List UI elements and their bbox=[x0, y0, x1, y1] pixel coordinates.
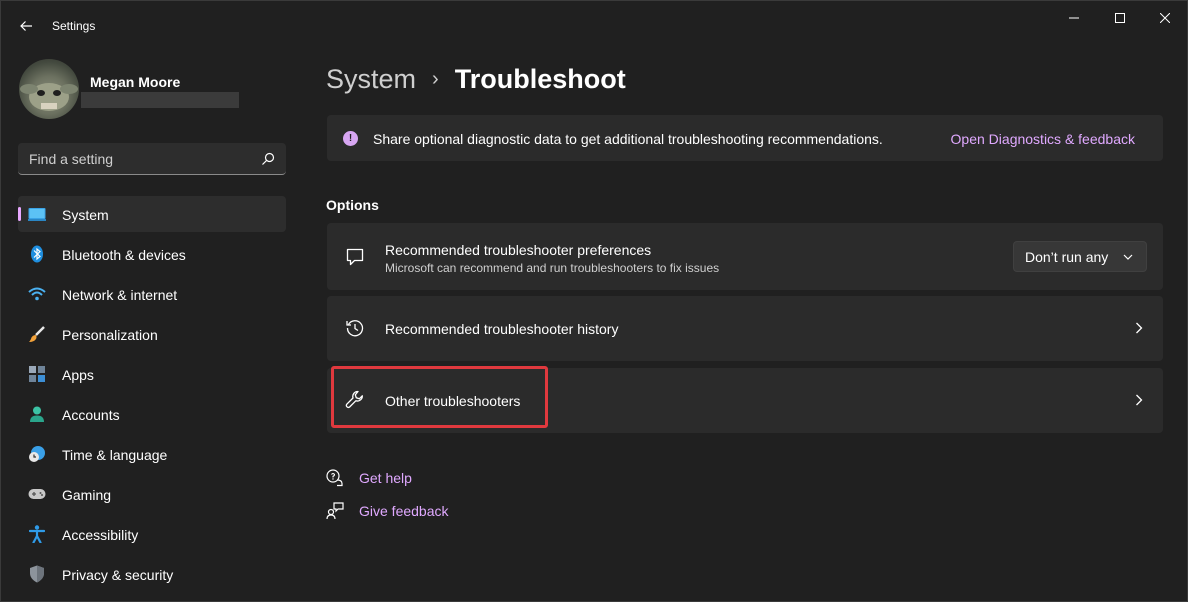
other-troubleshooters-card[interactable]: Other troubleshooters bbox=[327, 368, 1163, 433]
section-title-options: Options bbox=[326, 197, 379, 213]
give-feedback-label: Give feedback bbox=[359, 503, 449, 519]
get-help-link[interactable]: Get help bbox=[326, 468, 412, 488]
sidebar-item-label: Bluetooth & devices bbox=[62, 247, 186, 263]
chevron-down-icon bbox=[1123, 254, 1133, 260]
dropdown-selected-value: Don’t run any bbox=[1025, 249, 1109, 265]
search-icon[interactable] bbox=[260, 151, 276, 167]
open-diagnostics-link[interactable]: Open Diagnostics & feedback bbox=[951, 131, 1135, 147]
chevron-right-icon bbox=[1133, 321, 1145, 335]
minimize-icon bbox=[1069, 17, 1079, 19]
sidebar-item-label: Personalization bbox=[62, 327, 158, 343]
wrench-icon bbox=[345, 390, 365, 410]
brush-icon bbox=[28, 325, 46, 343]
troubleshooter-history-card[interactable]: Recommended troubleshooter history bbox=[327, 296, 1163, 361]
history-title: Recommended troubleshooter history bbox=[385, 321, 619, 337]
monitor-icon bbox=[28, 205, 46, 223]
feedback-icon bbox=[326, 502, 344, 520]
sidebar-item-gaming[interactable]: Gaming bbox=[18, 476, 286, 512]
gamepad-icon bbox=[28, 485, 46, 503]
get-help-label: Get help bbox=[359, 470, 412, 486]
history-icon bbox=[345, 318, 365, 338]
app-title: Settings bbox=[52, 19, 96, 33]
sidebar-item-label: Network & internet bbox=[62, 287, 178, 303]
sidebar-item-system[interactable]: System bbox=[18, 196, 286, 232]
search-input[interactable] bbox=[18, 143, 254, 174]
sidebar-item-label: Time & language bbox=[62, 447, 168, 463]
troubleshooter-preferences-card: Recommended troubleshooter preferences M… bbox=[327, 223, 1163, 290]
breadcrumb-separator: › bbox=[432, 67, 439, 90]
close-icon bbox=[1160, 13, 1170, 23]
preferences-title: Recommended troubleshooter preferences bbox=[385, 242, 652, 258]
get-help-icon bbox=[326, 469, 344, 487]
sidebar-item-network-internet[interactable]: Network & internet bbox=[18, 276, 286, 312]
sidebar-item-privacy-security[interactable]: Privacy & security bbox=[18, 556, 286, 592]
info-icon: ! bbox=[343, 131, 358, 146]
sidebar-item-label: Privacy & security bbox=[62, 567, 174, 583]
other-troubleshooters-title: Other troubleshooters bbox=[385, 393, 521, 409]
sidebar-item-bluetooth-devices[interactable]: Bluetooth & devices bbox=[18, 236, 286, 272]
search-box[interactable] bbox=[18, 143, 286, 175]
accessibility-icon bbox=[28, 525, 46, 543]
shield-icon bbox=[28, 565, 46, 583]
breadcrumb-parent[interactable]: System bbox=[326, 64, 416, 95]
sidebar-item-label: Gaming bbox=[62, 487, 112, 503]
maximize-button[interactable] bbox=[1097, 1, 1143, 35]
avatar[interactable] bbox=[19, 59, 79, 119]
page-title: Troubleshoot bbox=[454, 63, 626, 94]
sidebar-item-apps[interactable]: Apps bbox=[18, 356, 286, 392]
clock-globe-icon bbox=[28, 445, 46, 463]
sidebar-item-personalization[interactable]: Personalization bbox=[18, 316, 286, 352]
maximize-icon bbox=[1115, 13, 1125, 23]
sidebar-item-label: Accounts bbox=[62, 407, 120, 423]
give-feedback-link[interactable]: Give feedback bbox=[326, 501, 449, 521]
diagnostics-info-bar: ! Share optional diagnostic data to get … bbox=[327, 115, 1163, 161]
wifi-icon bbox=[28, 285, 46, 303]
apps-icon bbox=[28, 365, 46, 383]
chat-bubble-icon bbox=[345, 247, 365, 267]
breadcrumb: System › Troubleshoot bbox=[326, 61, 626, 97]
title-bar: Settings bbox=[1, 1, 1187, 49]
bluetooth-icon bbox=[28, 245, 46, 263]
preferences-dropdown[interactable]: Don’t run any bbox=[1013, 241, 1147, 272]
profile-email-redacted bbox=[81, 92, 239, 108]
sidebar-item-accessibility[interactable]: Accessibility bbox=[18, 516, 286, 552]
back-button[interactable] bbox=[11, 11, 41, 41]
close-button[interactable] bbox=[1142, 1, 1188, 35]
sidebar-item-time-language[interactable]: Time & language bbox=[18, 436, 286, 472]
back-arrow-icon bbox=[20, 21, 32, 31]
preferences-description: Microsoft can recommend and run troubles… bbox=[385, 261, 720, 275]
sidebar-item-label: Apps bbox=[62, 367, 94, 383]
info-bar-text: Share optional diagnostic data to get ad… bbox=[373, 131, 883, 147]
sidebar-item-label: Accessibility bbox=[62, 527, 139, 543]
sidebar-item-accounts[interactable]: Accounts bbox=[18, 396, 286, 432]
chevron-right-icon bbox=[1133, 393, 1145, 407]
profile-name: Megan Moore bbox=[90, 74, 181, 90]
sidebar-item-label: System bbox=[62, 207, 109, 223]
minimize-button[interactable] bbox=[1051, 1, 1097, 35]
person-icon bbox=[28, 405, 46, 423]
settings-window: Settings Megan Moore Find a setting Syst… bbox=[0, 0, 1188, 602]
sidebar-nav: System Bluetooth & devices Network & int… bbox=[18, 196, 286, 596]
